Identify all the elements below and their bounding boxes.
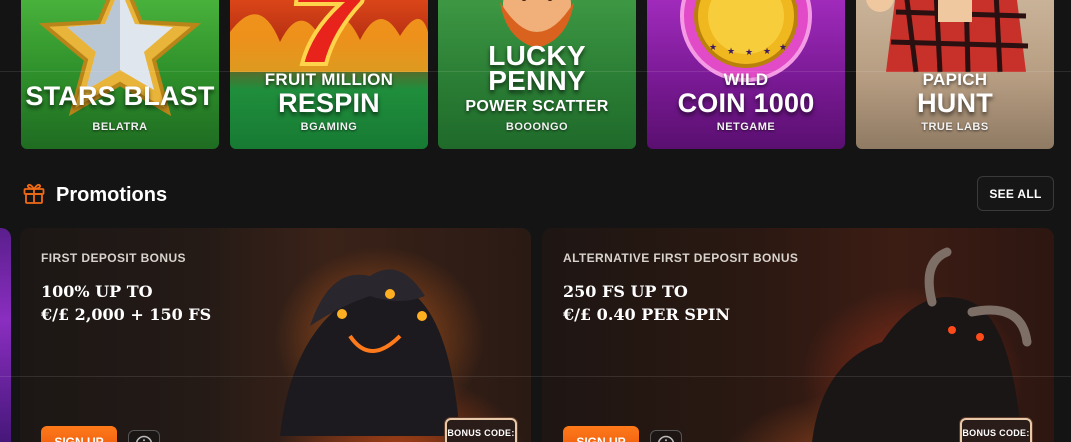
section-title: Promotions [56,183,168,206]
game-subtitle: PAPICH [922,70,988,89]
game-provider: BGAMING [300,121,358,133]
promotion-label: ALTERNATIVE FIRST DEPOSIT BONUS [563,251,799,265]
info-icon [135,435,153,442]
info-button[interactable] [650,430,682,442]
game-subtitle: FRUIT MILLION [264,70,394,89]
game-tile-papich-hunt[interactable]: PAPICH HUNT TRUE LABS [856,0,1054,149]
promotion-headline: 250 FS UP TO €/£ 0.40 PER SPIN [563,280,730,326]
bull-artwork [812,247,1032,442]
promotion-line1: 250 FS UP TO [563,282,688,301]
game-provider: TRUE LABS [921,121,989,133]
game-title: HUNT [917,88,993,118]
game-provider: BOOONGO [505,121,569,133]
promotion-card-alternative-first-deposit[interactable]: ALTERNATIVE FIRST DEPOSIT BONUS 250 FS U… [542,228,1054,442]
game-subtitle: WILD [723,70,769,89]
sign-up-button[interactable]: SIGN UP [41,426,117,442]
game-tile-wild-coin-1000[interactable]: ★ ★ ★ ★ ★ WILD COIN 1000 NETGAME [647,0,845,149]
game-tile-fruit-million-respin[interactable]: FRUIT MILLION RESPIN BGAMING [230,0,428,149]
game-tile-lucky-penny[interactable]: LUCKY PENNY POWER SCATTER BOOONGO [438,0,636,149]
sign-up-button[interactable]: SIGN UP [563,426,639,442]
game-title: PENNY [488,65,586,96]
game-provider: BELATRA [92,121,148,133]
game-subtitle: POWER SCATTER [465,98,609,115]
cerberus-artwork [280,269,460,436]
svg-text:★: ★ [709,42,717,52]
divider-line [0,71,1071,72]
game-title: COIN 1000 [677,88,815,118]
game-title: STARS BLAST [25,81,215,111]
promotion-headline: 100% UP TO €/£ 2,000 + 150 FS [41,280,211,326]
promotion-line2: €/£ 0.40 PER SPIN [563,305,731,324]
promotion-line2: €/£ 2,000 + 150 FS [41,305,212,324]
promotions-header: Promotions [22,178,167,212]
info-button[interactable] [128,430,160,442]
promotion-card-first-deposit[interactable]: FIRST DEPOSIT BONUS 100% UP TO €/£ 2,000… [20,228,531,442]
divider-line [0,376,1071,377]
previous-card-peek[interactable] [0,228,11,442]
gift-icon [22,181,46,210]
games-carousel: STARS BLAST BELATRA FRUIT MILLION RESPIN… [0,0,1071,150]
svg-text:★: ★ [727,46,735,56]
svg-text:★: ★ [779,42,787,52]
bonus-code-badge[interactable]: BONUS CODE: [445,418,517,442]
game-provider: NETGAME [716,121,776,133]
svg-text:★: ★ [745,47,753,57]
svg-text:★: ★ [763,46,771,56]
bonus-code-badge[interactable]: BONUS CODE: [960,418,1032,442]
info-icon [657,435,675,442]
promotion-label: FIRST DEPOSIT BONUS [41,251,186,265]
promotion-line1: 100% UP TO [41,282,153,301]
game-tile-stars-blast[interactable]: STARS BLAST BELATRA [21,0,219,149]
see-all-button[interactable]: SEE ALL [977,176,1054,211]
game-title: RESPIN [278,88,380,118]
